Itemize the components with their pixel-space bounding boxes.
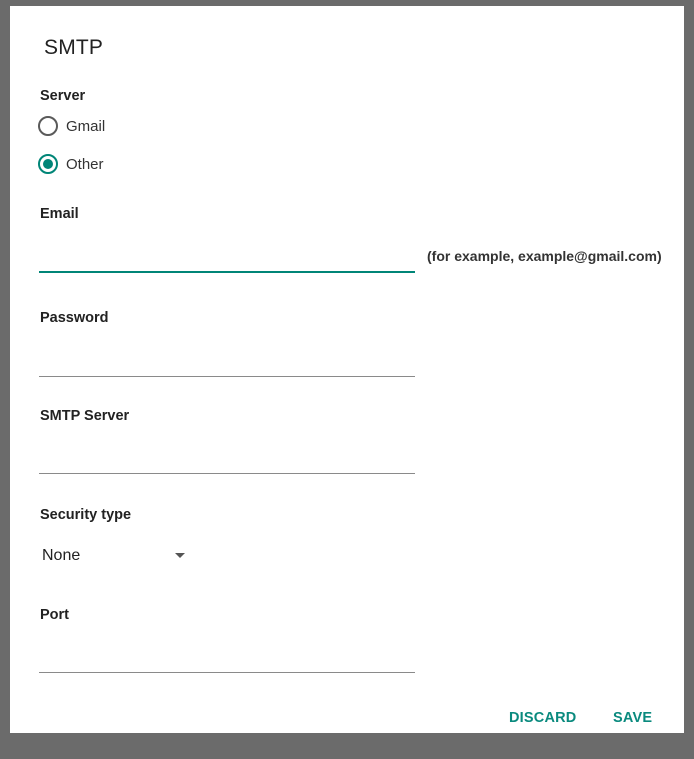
password-input[interactable] <box>39 351 415 377</box>
save-button[interactable]: SAVE <box>613 710 652 726</box>
smtp-server-label: SMTP Server <box>40 408 130 424</box>
email-label: Email <box>40 206 79 222</box>
email-hint: (for example, example@gmail.com) <box>427 248 662 264</box>
security-type-label: Security type <box>40 507 132 523</box>
dropdown-caret-icon[interactable] <box>175 553 185 558</box>
radio-checked-icon[interactable] <box>38 154 58 174</box>
email-input[interactable] <box>39 247 415 273</box>
radio-unchecked-icon[interactable] <box>38 116 58 136</box>
security-type-value: None <box>42 547 81 564</box>
server-label: Server <box>40 88 86 104</box>
radio-other-label: Other <box>66 155 104 173</box>
security-type-select[interactable]: None <box>42 543 192 569</box>
radio-gmail[interactable]: Gmail <box>38 114 105 138</box>
smtp-server-input[interactable] <box>39 448 415 474</box>
radio-other[interactable]: Other <box>38 152 104 176</box>
radio-gmail-label: Gmail <box>66 117 106 135</box>
password-label: Password <box>40 310 109 326</box>
dialog-title: SMTP <box>44 36 104 59</box>
smtp-dialog: SMTP Server Gmail Other Email (for examp… <box>10 6 684 733</box>
discard-button[interactable]: DISCARD <box>509 710 576 726</box>
port-input[interactable] <box>39 647 415 673</box>
port-label: Port <box>40 607 69 623</box>
